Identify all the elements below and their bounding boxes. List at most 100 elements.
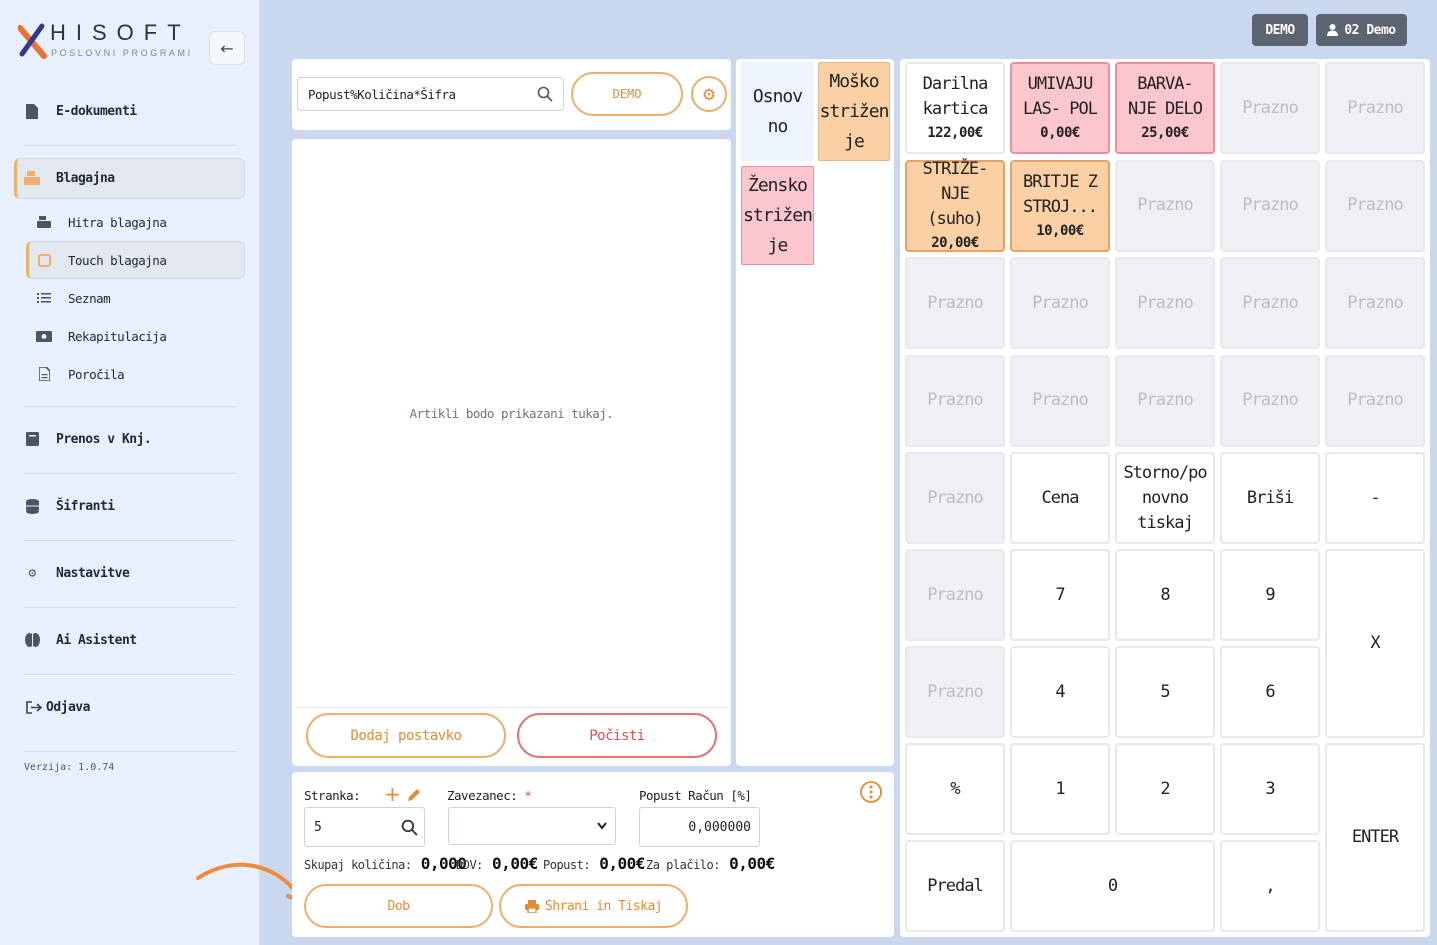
product-tile-empty[interactable]: Prazno	[1220, 62, 1320, 154]
product-tile-empty[interactable]: Prazno	[1220, 354, 1320, 447]
multiply-key[interactable]: X	[1325, 549, 1425, 738]
category-osnovno[interactable]: Osnov no	[741, 62, 814, 161]
digit-0-key[interactable]: 0	[1010, 840, 1215, 932]
product-tile-empty[interactable]: Prazno	[905, 354, 1005, 447]
digit-1-key[interactable]: 1	[1010, 743, 1110, 835]
product-tile-empty[interactable]: Prazno	[1010, 354, 1110, 447]
sidebar-item-e-dokumenti[interactable]: E-dokumenti	[24, 95, 236, 127]
clear-button[interactable]: Počisti	[517, 713, 717, 758]
product-tile-empty[interactable]: Prazno	[1010, 257, 1110, 349]
product-tile-empty[interactable]: Prazno	[1325, 354, 1425, 447]
discount-total-label: Popust:	[543, 858, 591, 872]
delivery-button[interactable]: Dob	[304, 884, 493, 928]
product-name: Prazno	[1347, 390, 1403, 410]
customer-input[interactable]: 5	[304, 807, 425, 847]
settings-button[interactable]: ⚙	[691, 76, 727, 112]
divider	[24, 751, 236, 752]
delete-key[interactable]: Briši	[1220, 452, 1320, 544]
sidebar-sub-porocila[interactable]: Poročila	[36, 356, 244, 392]
sidebar-sub-touch-blagajna[interactable]: Touch blagajna	[36, 242, 244, 278]
collapse-sidebar-button[interactable]: ←	[209, 31, 245, 65]
sidebar-item-label: E-dokumenti	[56, 103, 137, 119]
digit-4-key[interactable]: 4	[1010, 646, 1110, 738]
sidebar-sub-rekapitulacija[interactable]: Rekapitulacija	[36, 318, 244, 354]
product-tile[interactable]: STRIŽE- NJE (suho) 20,00€	[905, 159, 1005, 252]
demo-button[interactable]: DEMO	[571, 72, 683, 116]
plus-icon[interactable]: +	[384, 782, 401, 806]
taxpayer-label-text: Zavezanec:	[447, 788, 518, 803]
amount-due: Za plačilo: 0,00€	[646, 854, 775, 873]
user-badge[interactable]: 02 Demo	[1316, 14, 1407, 46]
minus-key[interactable]: -	[1325, 452, 1425, 544]
search-input[interactable]: Popust%Količina*Šifra	[297, 77, 564, 111]
sidebar-sub-seznam[interactable]: Seznam	[36, 280, 244, 316]
product-tile-empty[interactable]: Prazno	[1220, 159, 1320, 252]
storno-reprint-key[interactable]: Storno/po novno tiskaj	[1115, 452, 1215, 544]
sidebar: HISOFT POSLOVNI PROGRAMI ← E-dokumenti B…	[0, 0, 260, 945]
enter-key[interactable]: ENTER	[1325, 743, 1425, 932]
product-tile[interactable]: Darilna kartica 122,00€	[905, 62, 1005, 154]
price-key[interactable]: Cena	[1010, 452, 1110, 544]
total-quantity: Skupaj količina: 0,000	[304, 854, 467, 873]
product-tile-empty[interactable]: Prazno	[1325, 257, 1425, 349]
taxpayer-label: Zavezanec: *	[447, 788, 532, 803]
digit-9-key[interactable]: 9	[1220, 549, 1320, 641]
divider	[24, 607, 236, 608]
product-tile-empty[interactable]: Prazno	[1325, 159, 1425, 252]
drawer-key[interactable]: Predal	[905, 840, 1005, 932]
add-item-button[interactable]: Dodaj postavko	[306, 713, 506, 758]
chevron-down-icon	[597, 822, 607, 830]
digit-8-key[interactable]: 8	[1115, 549, 1215, 641]
product-tile[interactable]: BARVA- NJE DELO 25,00€	[1115, 62, 1215, 154]
keypad-empty-slot[interactable]: Prazno	[905, 549, 1005, 641]
digit-5-key[interactable]: 5	[1115, 646, 1215, 738]
product-tile-empty[interactable]: Prazno	[1115, 159, 1215, 252]
category-mosko-strizenje[interactable]: Moško strižen je	[818, 62, 890, 161]
sidebar-item-blagajna[interactable]: Blagajna	[24, 162, 236, 194]
digit-2-key[interactable]: 2	[1115, 743, 1215, 835]
save-print-button[interactable]: Shrani in Tiskaj	[499, 884, 688, 928]
discount-input[interactable]: 0,000000	[639, 807, 760, 847]
items-placeholder: Artikli bodo prikazani tukaj.	[409, 406, 614, 421]
sidebar-item-label: Odjava	[46, 699, 90, 715]
keypad-empty-slot[interactable]: Prazno	[905, 452, 1005, 544]
percent-key[interactable]: %	[905, 743, 1005, 835]
product-tile-empty[interactable]: Prazno	[1115, 257, 1215, 349]
sidebar-item-label: Rekapitulacija	[68, 328, 167, 344]
hisoft-logo[interactable]: HISOFT POSLOVNI PROGRAMI	[18, 20, 198, 64]
digit-7-key[interactable]: 7	[1010, 549, 1110, 641]
sidebar-sub-hitra-blagajna[interactable]: Hitra blagajna	[36, 204, 244, 240]
cash-register-icon	[36, 215, 52, 229]
more-options-icon[interactable]	[860, 781, 882, 803]
sidebar-item-label: Seznam	[68, 290, 111, 306]
taxpayer-select[interactable]	[448, 807, 616, 845]
amount-due-value: 0,00€	[729, 854, 775, 873]
product-name: Prazno	[1032, 292, 1088, 313]
product-tile[interactable]: BRITJE Z STROJ... 10,00€	[1010, 159, 1110, 252]
comma-key[interactable]: ,	[1220, 840, 1320, 932]
sidebar-item-sifranti[interactable]: Šifranti	[24, 490, 236, 522]
product-price: 0,00€	[1040, 125, 1080, 141]
company-badge[interactable]: DEMO	[1252, 14, 1308, 46]
product-tile-empty[interactable]: Prazno	[1220, 257, 1320, 349]
search-icon[interactable]	[401, 819, 418, 836]
user-icon	[1327, 24, 1339, 36]
logo-text: HISOFT	[50, 20, 191, 45]
keypad-empty-slot[interactable]: Prazno	[905, 646, 1005, 738]
product-tile-empty[interactable]: Prazno	[1115, 354, 1215, 447]
digit-3-key[interactable]: 3	[1220, 743, 1320, 835]
product-price: 122,00€	[927, 125, 983, 141]
pencil-icon[interactable]	[406, 787, 422, 803]
product-name: Prazno	[1137, 390, 1193, 410]
sidebar-item-prenos[interactable]: Prenos v Knj.	[24, 423, 236, 455]
product-tile[interactable]: UMIVAJU LAS- POL 0,00€	[1010, 62, 1110, 154]
category-zensko-strizenje[interactable]: Žensko strižen je	[741, 166, 814, 265]
sidebar-item-ai-asistent[interactable]: Ai Asistent	[24, 624, 236, 656]
cash-register-icon	[24, 170, 40, 186]
sidebar-item-nastavitve[interactable]: ⚙ Nastavitve	[24, 557, 236, 589]
sidebar-item-odjava[interactable]: Odjava	[26, 691, 238, 723]
digit-6-key[interactable]: 6	[1220, 646, 1320, 738]
product-tile-empty[interactable]: Prazno	[905, 257, 1005, 349]
product-price: 10,00€	[1036, 222, 1084, 239]
product-tile-empty[interactable]: Prazno	[1325, 62, 1425, 154]
